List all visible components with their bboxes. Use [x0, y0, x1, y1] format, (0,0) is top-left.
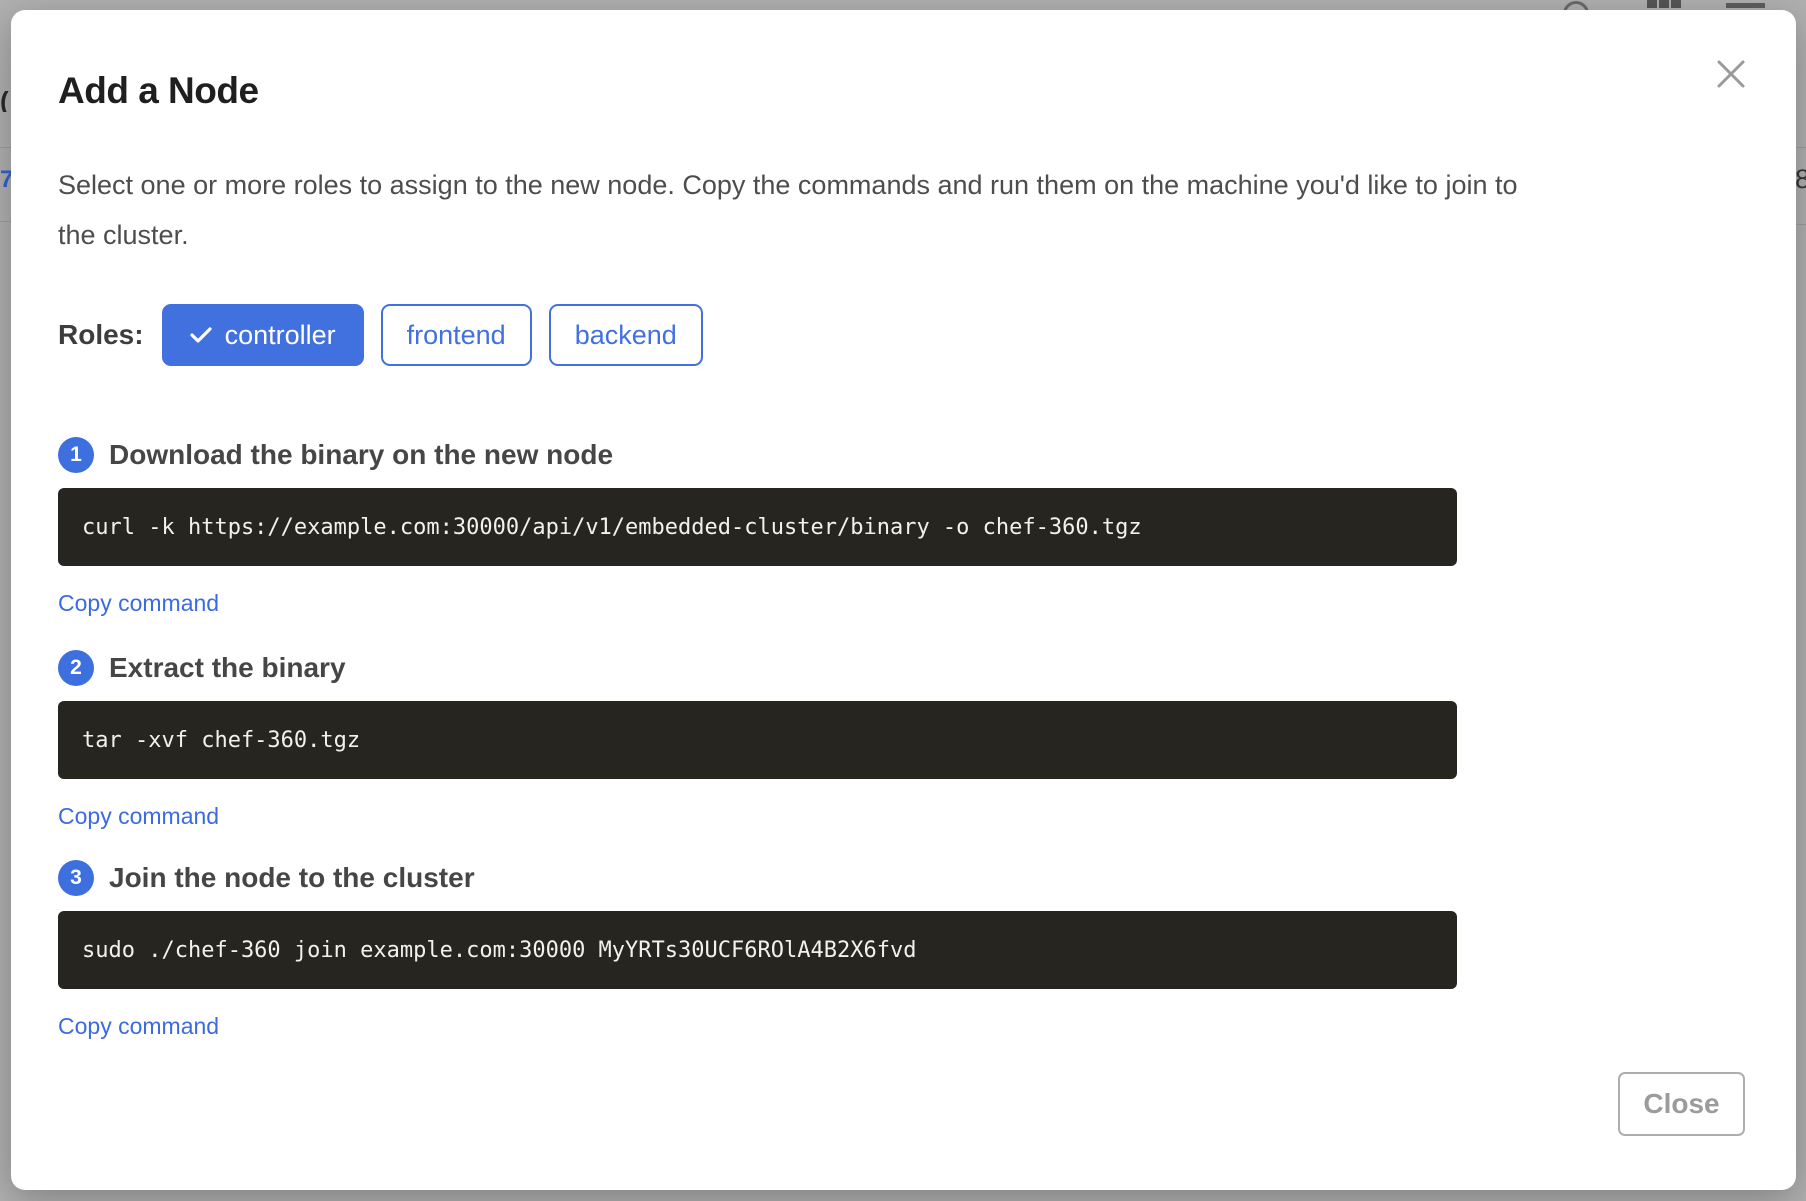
command-text: tar -xvf chef-360.tgz	[82, 728, 360, 753]
step-title: Extract the binary	[109, 652, 346, 684]
command-code-block: curl -k https://example.com:30000/api/v1…	[58, 488, 1457, 566]
role-button-backend[interactable]: backend	[549, 304, 703, 366]
copy-command-link[interactable]: Copy command	[58, 803, 219, 830]
command-code-block: sudo ./chef-360 join example.com:30000 M…	[58, 911, 1457, 989]
background-divider	[0, 147, 11, 148]
role-button-label: frontend	[407, 320, 506, 351]
command-text: sudo ./chef-360 join example.com:30000 M…	[82, 938, 916, 963]
roles-label: Roles:	[58, 319, 144, 351]
add-node-modal: Add a Node Select one or more roles to a…	[11, 10, 1796, 1190]
step-number-badge: 2	[58, 650, 94, 686]
role-button-label: controller	[225, 320, 336, 351]
copy-command-link[interactable]: Copy command	[58, 1013, 219, 1040]
command-text: curl -k https://example.com:30000/api/v1…	[82, 515, 1142, 540]
step-number-badge: 1	[58, 437, 94, 473]
background-divider	[0, 221, 11, 222]
step-title: Download the binary on the new node	[109, 439, 613, 471]
role-button-controller[interactable]: controller	[162, 304, 364, 366]
step-number-badge: 3	[58, 860, 94, 896]
roles-row: Roles: controller frontend backend	[58, 303, 720, 367]
close-button[interactable]: Close	[1618, 1072, 1745, 1136]
step-join-cluster: 3 Join the node to the cluster sudo ./ch…	[58, 860, 1457, 1040]
step-extract-binary: 2 Extract the binary tar -xvf chef-360.t…	[58, 650, 1457, 830]
background-text-fragment: (	[0, 86, 11, 112]
check-icon	[190, 326, 212, 344]
menu-icon	[1726, 3, 1765, 8]
role-button-label: backend	[575, 320, 677, 351]
step-title: Join the node to the cluster	[109, 862, 475, 894]
background-text-fragment: 8	[1795, 164, 1806, 194]
role-button-frontend[interactable]: frontend	[381, 304, 532, 366]
close-icon[interactable]	[1715, 58, 1747, 90]
background-divider	[1796, 224, 1806, 225]
copy-command-link[interactable]: Copy command	[58, 590, 219, 617]
modal-title: Add a Node	[58, 70, 259, 112]
step-download-binary: 1 Download the binary on the new node cu…	[58, 437, 1457, 617]
modal-description: Select one or more roles to assign to th…	[58, 160, 1538, 260]
command-code-block: tar -xvf chef-360.tgz	[58, 701, 1457, 779]
background-divider	[1796, 147, 1806, 148]
background-text-fragment: 7	[0, 166, 11, 192]
